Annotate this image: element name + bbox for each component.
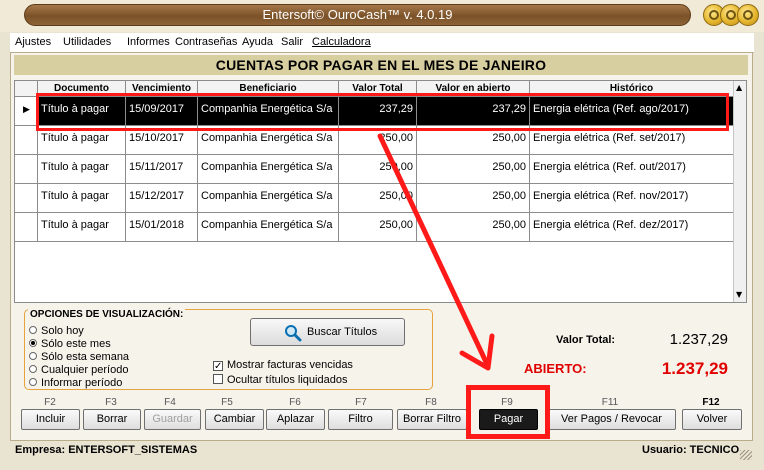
status-company: Empresa: ENTERSOFT_SISTEMAS xyxy=(15,444,198,456)
cell-documento: Título à pagar xyxy=(38,155,126,184)
fkey-label: F5 xyxy=(221,397,233,408)
page-title: CUENTAS POR PAGAR EN EL MES DE JANEIRO xyxy=(14,55,748,75)
save-button[interactable]: Guardar xyxy=(144,409,201,430)
cell-beneficiario: Companhia Energética S/a xyxy=(198,155,339,184)
radio-label: Sólo este mes xyxy=(41,338,111,350)
cell-historico: Energia elétrica (Ref. out/2017) xyxy=(530,155,734,184)
table-scrollbar[interactable] xyxy=(733,81,746,302)
menu-contrasenas[interactable]: Contraseñas xyxy=(175,36,237,48)
row-indicator xyxy=(15,213,38,242)
cell-vencimiento: 15/01/2018 xyxy=(126,213,198,242)
change-button[interactable]: Cambiar xyxy=(205,409,264,430)
total-label: Valor Total: xyxy=(556,334,616,346)
cell-vencimiento: 15/11/2017 xyxy=(126,155,198,184)
checkbox-checked-icon: ✓ xyxy=(213,361,223,372)
radio-label: Informar período xyxy=(41,377,123,389)
menu-informes[interactable]: Informes xyxy=(127,36,170,48)
radio-icon xyxy=(29,326,37,334)
highlight-selected-row xyxy=(36,93,729,131)
open-label: ABIERTO: xyxy=(524,361,587,376)
resize-grip-icon[interactable] xyxy=(740,450,752,460)
radio-informar-periodo[interactable]: Informar período xyxy=(29,377,122,389)
red-arrow-icon xyxy=(377,133,495,371)
include-button[interactable]: Incluir xyxy=(21,409,80,430)
cell-documento: Título à pagar xyxy=(38,213,126,242)
cell-beneficiario: Companhia Energética S/a xyxy=(198,184,339,213)
menu-utilidades[interactable]: Utilidades xyxy=(63,36,111,48)
fkey-label: F4 xyxy=(164,397,176,408)
highlight-pay-button xyxy=(466,385,550,439)
fkey-label: F6 xyxy=(289,397,301,408)
row-indicator xyxy=(15,155,38,184)
open-value: 1.237,29 xyxy=(661,359,728,378)
scroll-up-icon[interactable]: ▲ xyxy=(736,83,742,92)
fkey-label: F8 xyxy=(425,397,437,408)
search-titles-label: Buscar Títulos xyxy=(307,326,378,338)
radio-solo-este-mes[interactable]: Sólo este mes xyxy=(29,338,111,350)
postpone-button[interactable]: Aplazar xyxy=(266,409,325,430)
row-indicator xyxy=(15,126,38,155)
check-mostrar-vencidas[interactable]: ✓ Mostrar facturas vencidas xyxy=(213,359,353,372)
checkbox-label: Ocultar títulos liquidados xyxy=(227,374,348,386)
radio-icon xyxy=(29,378,37,386)
menu-ajustes[interactable]: Ajustes xyxy=(15,36,51,48)
radio-label: Cualquier período xyxy=(41,364,129,376)
fkey-label: F3 xyxy=(105,397,117,408)
fkey-label: F7 xyxy=(355,397,367,408)
radio-label: Sólo esta semana xyxy=(41,351,130,363)
row-indicator-header xyxy=(15,81,38,97)
search-icon xyxy=(285,325,302,342)
cell-historico: Energia elétrica (Ref. nov/2017) xyxy=(530,184,734,213)
delete-button[interactable]: Borrar xyxy=(83,409,141,430)
fkey-label: F11 xyxy=(601,397,619,408)
radio-icon xyxy=(29,365,37,373)
fkey-label: F12 xyxy=(702,397,720,408)
radio-label: Solo hoy xyxy=(41,325,84,337)
back-button[interactable]: Volver xyxy=(682,409,742,430)
cell-historico: Energia elétrica (Ref. dez/2017) xyxy=(530,213,734,242)
fkey-label: F2 xyxy=(44,397,56,408)
filter-button[interactable]: Filtro xyxy=(328,409,393,430)
view-options-legend: OPCIONES DE VISUALIZACIÓN: xyxy=(28,309,186,320)
clear-filter-button[interactable]: Borrar Filtro xyxy=(397,409,467,430)
close-button[interactable] xyxy=(737,4,759,26)
radio-solo-hoy[interactable]: Solo hoy xyxy=(29,325,84,337)
cell-vencimiento: 15/12/2017 xyxy=(126,184,198,213)
row-indicator xyxy=(15,184,38,213)
status-user: Usuario: TECNICO xyxy=(642,444,740,456)
menu-calculadora[interactable]: Calculadora xyxy=(312,36,371,48)
cell-beneficiario: Companhia Energética S/a xyxy=(198,213,339,242)
checkbox-label: Mostrar facturas vencidas xyxy=(227,359,353,371)
radio-cualquier-periodo[interactable]: Cualquier período xyxy=(29,364,128,376)
scroll-down-icon[interactable]: ▼ xyxy=(736,290,742,299)
radio-solo-esta-semana[interactable]: Sólo esta semana xyxy=(29,351,129,363)
window-title: Entersoft© OuroCash™ v. 4.0.19 xyxy=(262,7,453,22)
total-value: 1.237,29 xyxy=(669,331,728,348)
menu-bar xyxy=(10,33,754,53)
row-pointer-icon: ▶ xyxy=(15,97,38,126)
cell-documento: Título à pagar xyxy=(38,184,126,213)
check-ocultar-liquidados[interactable]: Ocultar títulos liquidados xyxy=(213,373,347,386)
view-payments-button[interactable]: Ver Pagos / Revocar xyxy=(547,409,676,430)
menu-ayuda[interactable]: Ayuda xyxy=(242,36,273,48)
menu-salir[interactable]: Salir xyxy=(281,36,303,48)
radio-selected-icon xyxy=(29,339,37,347)
checkbox-icon xyxy=(213,374,223,384)
radio-icon xyxy=(29,352,37,360)
